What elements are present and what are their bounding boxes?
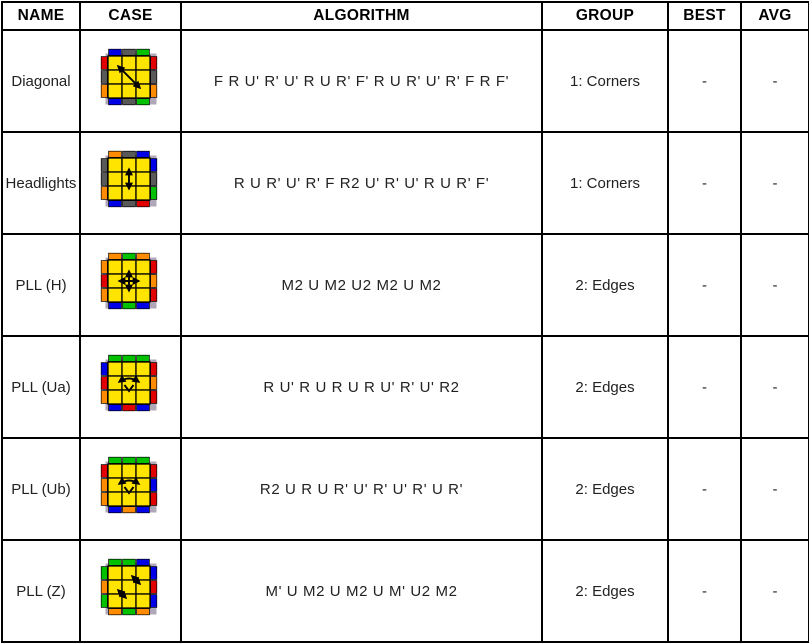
rubiks-cube-pll-ua-icon [100, 354, 162, 416]
cell-case [79, 233, 182, 337]
cell-group: 1: Corners [541, 131, 669, 235]
cell-avg[interactable]: - [740, 233, 809, 337]
case-name-label: Diagonal [11, 72, 71, 90]
cell-case [79, 335, 182, 439]
table-row: Headlights R U R' U' R' F R2 U' R' U' R U… [1, 131, 809, 235]
column-header-name: NAME [1, 1, 81, 31]
cell-algorithm: M2 U M2 U2 M2 U M2 [180, 233, 543, 337]
cell-group: 1: Corners [541, 29, 669, 133]
table-body: Diagonal F R U' R' U' R U R' F' R U R' U'… [1, 29, 809, 643]
table-header-row: NAME CASE ALGORITHM GROUP BEST AVG [1, 1, 809, 31]
cell-algorithm: R U' R U R U R U' R' U' R2 [180, 335, 543, 439]
cell-name: PLL (H) [1, 233, 81, 337]
rubiks-cube-oll-diagonal-icon [100, 48, 162, 110]
cell-algorithm: R U R' U' R' F R2 U' R' U' R U R' F' [180, 131, 543, 235]
cell-case [79, 131, 182, 235]
cell-best[interactable]: - [667, 233, 742, 337]
cell-name: Headlights [1, 131, 81, 235]
rubiks-cube-pll-h-icon [100, 252, 162, 314]
cell-name: PLL (Z) [1, 539, 81, 643]
cell-group: 2: Edges [541, 539, 669, 643]
case-name-label: PLL (Ub) [11, 480, 71, 498]
column-header-algorithm: ALGORITHM [180, 1, 543, 31]
table-row: PLL (Ua) R U' R U R U R U' R' U' R2 2: Edg… [1, 335, 809, 439]
cell-case [79, 437, 182, 541]
cell-algorithm: F R U' R' U' R U R' F' R U R' U' R' F R … [180, 29, 543, 133]
case-name-label: PLL (Z) [16, 582, 66, 600]
cell-avg[interactable]: - [740, 29, 809, 133]
cell-best[interactable]: - [667, 539, 742, 643]
cell-algorithm: R2 U R U R' U' R' U' R' U R' [180, 437, 543, 541]
table-row: Diagonal F R U' R' U' R U R' F' R U R' U'… [1, 29, 809, 133]
column-header-case: CASE [79, 1, 182, 31]
case-name-label: PLL (H) [15, 276, 67, 294]
table-row: PLL (Z) M' U M2 U M2 U M' U2 M2 2: Edges - - [1, 539, 809, 643]
cell-best[interactable]: - [667, 29, 742, 133]
rubiks-cube-oll-headlights-icon [100, 150, 162, 212]
table-row: PLL (H) M2 U M2 U2 M2 U M2 2: Edges - - [1, 233, 809, 337]
cell-case [79, 29, 182, 133]
algorithm-table: NAME CASE ALGORITHM GROUP BEST AVG Diago… [1, 1, 809, 643]
cell-case [79, 539, 182, 643]
cell-avg[interactable]: - [740, 131, 809, 235]
case-name-label: Headlights [5, 174, 77, 192]
cell-group: 2: Edges [541, 233, 669, 337]
table-row: PLL (Ub) R2 U R U R' U' R' U' R' U R' 2: E… [1, 437, 809, 541]
table-header: NAME CASE ALGORITHM GROUP BEST AVG [1, 1, 809, 31]
column-header-best: BEST [667, 1, 742, 31]
cell-avg[interactable]: - [740, 437, 809, 541]
cell-best[interactable]: - [667, 437, 742, 541]
cell-algorithm: M' U M2 U M2 U M' U2 M2 [180, 539, 543, 643]
cell-best[interactable]: - [667, 131, 742, 235]
cell-group: 2: Edges [541, 335, 669, 439]
cell-best[interactable]: - [667, 335, 742, 439]
column-header-avg: AVG [740, 1, 809, 31]
cell-avg[interactable]: - [740, 335, 809, 439]
case-name-label: PLL (Ua) [11, 378, 71, 396]
cell-avg[interactable]: - [740, 539, 809, 643]
cell-name: PLL (Ua) [1, 335, 81, 439]
cell-name: Diagonal [1, 29, 81, 133]
column-header-group: GROUP [541, 1, 669, 31]
cell-group: 2: Edges [541, 437, 669, 541]
rubiks-cube-pll-ub-icon [100, 456, 162, 518]
rubiks-cube-pll-z-icon [100, 558, 162, 620]
cell-name: PLL (Ub) [1, 437, 81, 541]
